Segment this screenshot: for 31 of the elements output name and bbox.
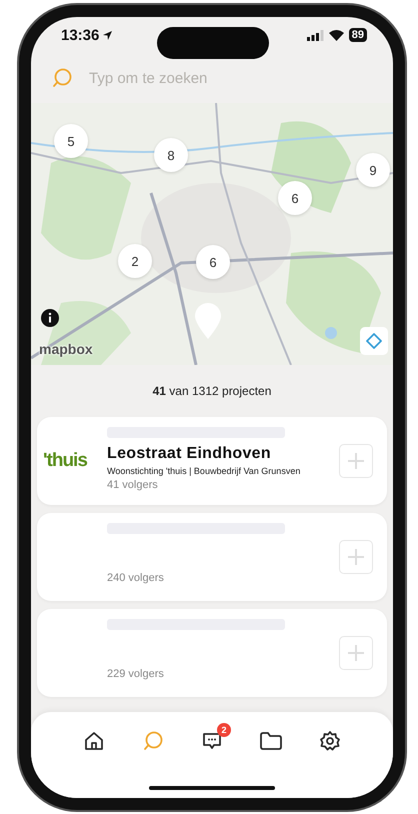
follower-count: 229 volgers [107,668,165,680]
folder-icon [259,730,283,752]
locate-button[interactable] [360,327,388,355]
search-icon [51,67,73,89]
signal-icon [306,30,324,40]
follower-count: 240 volgers [107,572,165,584]
settings-icon [319,730,341,752]
wifi-icon [328,30,344,40]
location-arrow-icon [102,30,114,40]
project-card[interactable]: 229 volgers [37,609,387,697]
home-icon [83,730,105,752]
result-count: 41 van 1312 projecten [152,384,272,398]
info-icon[interactable] [41,309,59,327]
project-card[interactable]: 240 volgers [37,513,387,601]
search-icon [142,730,164,752]
plus-icon [347,644,365,662]
project-title: Leostraat Eindhoven [107,445,272,463]
chat-icon [201,730,223,752]
plus-icon [347,548,365,566]
search-field[interactable]: Typ om te zoeken [87,68,341,88]
project-card[interactable]: 'thuis Leostraat Eindhoven Woonstichting 'thuis | Bouwbedrijf Van Grunsven 41 volgers [37,417,387,505]
tab-button[interactable]: 2 [192,722,232,760]
project-subtitle: Woonstichting 'thuis | Bouwbedrijf Van Grunsven [107,466,302,476]
notification-badge: 2 [217,723,231,737]
location-target-icon [365,332,383,350]
project-logo: 'thuis [43,450,88,472]
follower-count: 41 volgers [107,479,159,491]
status-time: 13:36 [61,26,114,44]
map-attribution: mapbox [39,341,93,357]
plus-icon [347,452,365,470]
battery-level: 89 [348,28,367,42]
